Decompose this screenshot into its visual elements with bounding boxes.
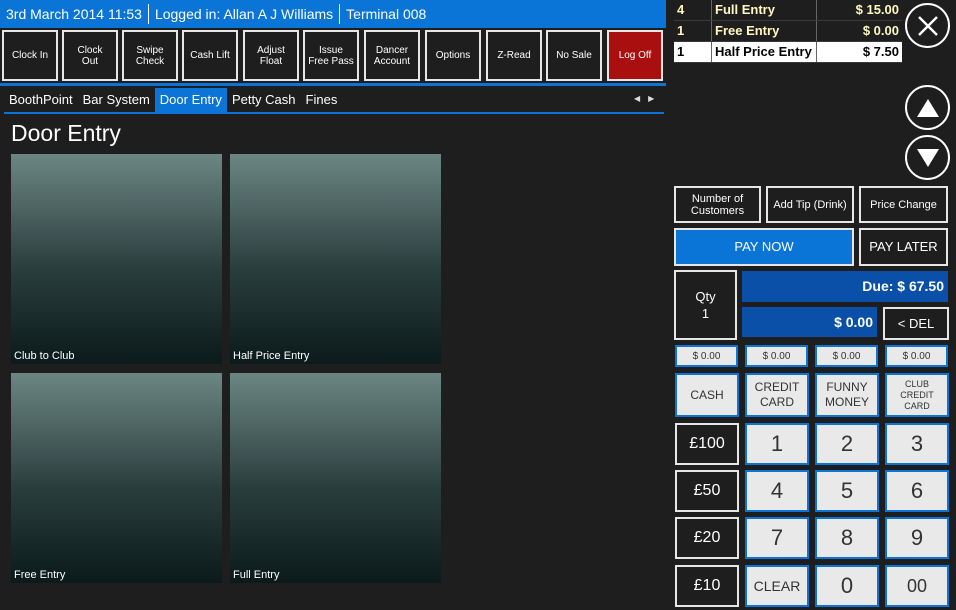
order-price: $ 7.50 — [862, 44, 899, 59]
z-read-button[interactable]: Z-Read — [486, 30, 542, 81]
price-change-button[interactable]: Price Change — [859, 186, 948, 223]
dancer-account-button[interactable]: Dancer Account — [364, 30, 420, 81]
key-0[interactable]: 0 — [815, 565, 879, 607]
page-title: Door Entry — [11, 120, 121, 146]
order-row[interactable]: 1 Free Entry $ 0.00 — [674, 21, 902, 42]
triangle-up-icon — [916, 98, 939, 117]
amount-entered: $ 0.00 — [742, 307, 877, 337]
add-tip-button[interactable]: Add Tip (Drink) — [766, 186, 854, 223]
cash-button[interactable]: CASH — [675, 373, 739, 417]
order-desc: Free Entry — [712, 21, 817, 41]
order-list: 4 Full Entry $ 15.00 1 Free Entry $ 0.00… — [674, 0, 902, 63]
clock-out-button[interactable]: Clock Out — [62, 30, 118, 81]
tab-petty-cash[interactable]: Petty Cash — [227, 88, 301, 112]
tile-full-entry[interactable]: Full Entry — [230, 373, 441, 583]
order-desc: Full Entry — [712, 0, 817, 20]
close-button[interactable] — [905, 3, 950, 48]
category-tabs: BoothPoint Bar System Door Entry Petty C… — [4, 88, 342, 112]
key-7[interactable]: 7 — [745, 517, 809, 559]
qty-value: 1 — [701, 306, 710, 321]
datetime: 3rd March 2014 11:53 — [6, 6, 142, 22]
delete-button[interactable]: < DEL — [883, 307, 949, 340]
quick-cash-20-button[interactable]: £20 — [675, 517, 739, 559]
no-sale-button[interactable]: No Sale — [546, 30, 602, 81]
tab-bar-system[interactable]: Bar System — [78, 88, 155, 112]
quick-cash-10-button[interactable]: £10 — [675, 565, 739, 607]
tab-scroll-arrows: ◀▶ — [634, 94, 662, 103]
tile-label: Full Entry — [233, 569, 280, 581]
qty-label: Qty — [695, 289, 716, 304]
terminal-id: Terminal 008 — [346, 6, 427, 22]
quick-cash-50-button[interactable]: £50 — [675, 470, 739, 512]
toolbar-divider — [0, 83, 666, 86]
close-icon — [917, 15, 938, 36]
order-qty: 4 — [674, 0, 712, 20]
club-credit-card-button[interactable]: CLUB CREDIT CARD — [885, 373, 949, 417]
key-6[interactable]: 6 — [885, 470, 949, 512]
tile-half-price-entry[interactable]: Half Price Entry — [230, 154, 441, 364]
order-qty: 1 — [674, 42, 712, 62]
tab-door-entry[interactable]: Door Entry — [154, 88, 227, 112]
scroll-down-button[interactable] — [905, 135, 950, 180]
key-4[interactable]: 4 — [745, 470, 809, 512]
key-5[interactable]: 5 — [815, 470, 879, 512]
key-8[interactable]: 8 — [815, 517, 879, 559]
panel-divider — [666, 0, 674, 610]
log-off-button[interactable]: Log Off — [607, 30, 663, 81]
funny-money-amount: $ 0.00 — [815, 345, 878, 367]
order-price: $ 0.00 — [862, 23, 899, 38]
adjust-float-button[interactable]: Adjust Float — [243, 30, 299, 81]
clock-in-button[interactable]: Clock In — [2, 30, 58, 81]
scroll-up-button[interactable] — [905, 85, 950, 130]
order-row-selected[interactable]: 1 Half Price Entry $ 7.50 — [674, 42, 902, 63]
number-of-customers-button[interactable]: Number of Customers — [674, 186, 761, 223]
status-header: 3rd March 2014 11:53 Logged in: Allan A … — [0, 0, 666, 28]
triangle-down-icon — [916, 148, 939, 167]
order-desc: Half Price Entry — [712, 42, 817, 62]
cash-lift-button[interactable]: Cash Lift — [182, 30, 238, 81]
tab-boothpoint[interactable]: BoothPoint — [4, 88, 78, 112]
club-credit-card-amount: $ 0.00 — [885, 345, 948, 367]
pay-now-button[interactable]: PAY NOW — [674, 228, 854, 266]
swipe-check-button[interactable]: Swipe Check — [122, 30, 178, 81]
tab-scroll-right-icon[interactable]: ▶ — [648, 94, 662, 103]
amount-due: Due: $ 67.50 — [742, 271, 948, 302]
tab-scroll-left-icon[interactable]: ◀ — [634, 94, 648, 103]
clear-button[interactable]: CLEAR — [745, 565, 809, 607]
tile-free-entry[interactable]: Free Entry — [11, 373, 222, 583]
order-qty: 1 — [674, 21, 712, 41]
key-00[interactable]: 00 — [885, 565, 949, 607]
key-2[interactable]: 2 — [815, 423, 879, 465]
tile-label: Half Price Entry — [233, 350, 310, 362]
quick-cash-100-button[interactable]: £100 — [675, 423, 739, 465]
key-9[interactable]: 9 — [885, 517, 949, 559]
order-row[interactable]: 4 Full Entry $ 15.00 — [674, 0, 902, 21]
tabs-divider — [4, 112, 664, 114]
cash-amount: $ 0.00 — [675, 345, 738, 367]
tile-club-to-club[interactable]: Club to Club — [11, 154, 222, 364]
key-1[interactable]: 1 — [745, 423, 809, 465]
credit-card-button[interactable]: CREDIT CARD — [745, 373, 809, 417]
credit-card-amount: $ 0.00 — [745, 345, 808, 367]
issue-free-pass-button[interactable]: Issue Free Pass — [303, 30, 359, 81]
logged-in-user: Logged in: Allan A J Williams — [154, 6, 334, 22]
options-button[interactable]: Options — [425, 30, 481, 81]
order-price: $ 15.00 — [855, 2, 899, 17]
tile-label: Free Entry — [14, 569, 66, 581]
tile-label: Club to Club — [14, 350, 75, 362]
funny-money-button[interactable]: FUNNY MONEY — [815, 373, 879, 417]
qty-button[interactable]: Qty 1 — [674, 270, 737, 340]
tab-fines[interactable]: Fines — [301, 88, 343, 112]
key-3[interactable]: 3 — [885, 423, 949, 465]
pay-later-button[interactable]: PAY LATER — [859, 228, 948, 266]
